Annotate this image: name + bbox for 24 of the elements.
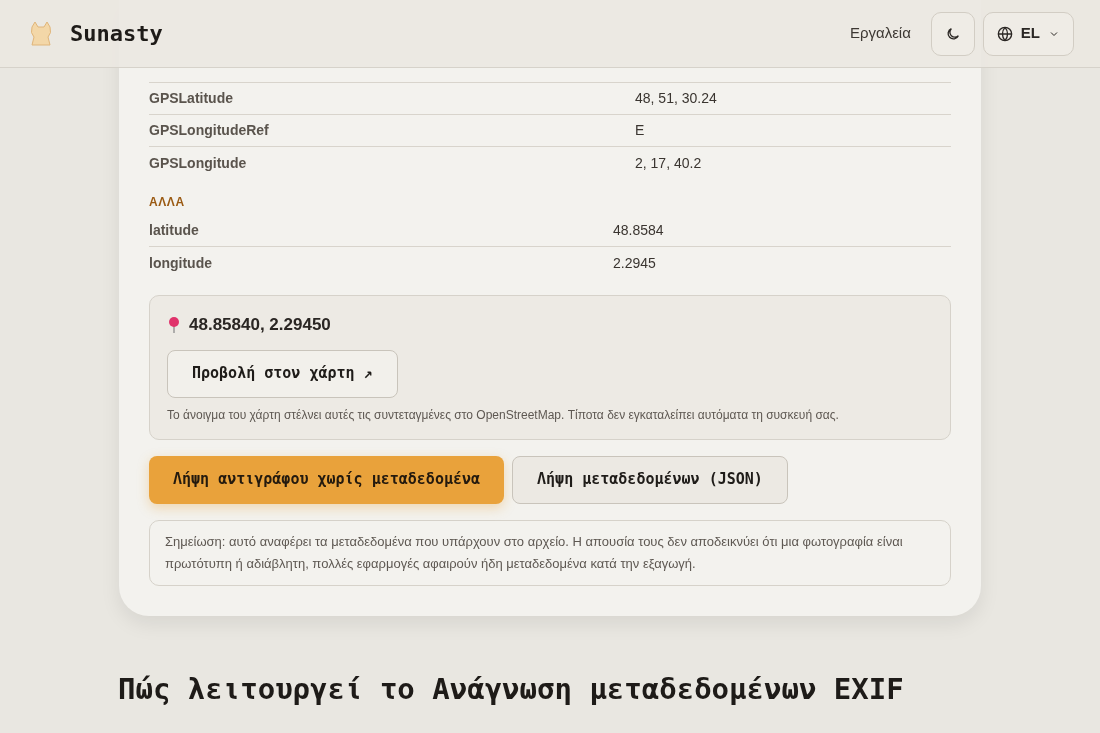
field-value: E <box>635 121 645 140</box>
field-value: 2.2945 <box>613 253 656 273</box>
theme-toggle-button[interactable] <box>930 11 975 56</box>
field-label: GPSLongitudeRef <box>149 121 270 140</box>
language-button[interactable]: EL <box>982 11 1074 56</box>
field-value: 48, 51, 30.24 <box>635 89 717 108</box>
field-label: GPSLongitude <box>149 153 248 173</box>
field-label: GPSLatitude <box>149 89 234 108</box>
coordinates: 48.85840, 2.29450 <box>189 314 331 336</box>
field-value: 48.8584 <box>613 221 664 240</box>
disclaimer-note: Σημείωση: αυτό αναφέρει τα μεταδεδομένα που υπάρχουν στο αρχείο. Η απουσία τους δεν αποδεικνύει ότι μια φωτογραφία είναι πρωτότυπη ή αδιάβλητη, πολλές εφαρμογές αφαιρούν ήδη μεταδεδομένα κατά την εξαγωγή. <box>149 519 951 586</box>
download-button[interactable]: Λήψη αντιγράφου χωρίς μεταδεδομένα <box>149 455 505 504</box>
tools-link[interactable]: Εργαλεία <box>849 22 911 45</box>
section-heading: Πώς λειτουργεί το Ανάγνωση μεταδεδομένων EXIF <box>117 670 905 708</box>
globe-icon <box>996 25 1013 42</box>
brand-name[interactable]: Sunasty <box>70 17 163 50</box>
map-note: Το άνοιγμα του χάρτη στέλνει αυτές τις συντεταγμένες στο OpenStreetMap. Τίποτα δεν εγκαταλείπει αυτόματα τη συσκευή σας. <box>167 406 840 424</box>
field-value: 2, 17, 40.2 <box>635 153 702 173</box>
field-label: longitude <box>149 253 213 273</box>
view-map-button[interactable]: Προβολή στον χάρτη ↗ <box>167 349 398 398</box>
pin-icon <box>167 315 181 334</box>
field-label: latitude <box>149 221 200 240</box>
download-button[interactable]: Λήψη μεταδεδομένων (JSON) <box>512 455 788 504</box>
section-title: ΑΛΛΑ <box>149 194 186 211</box>
